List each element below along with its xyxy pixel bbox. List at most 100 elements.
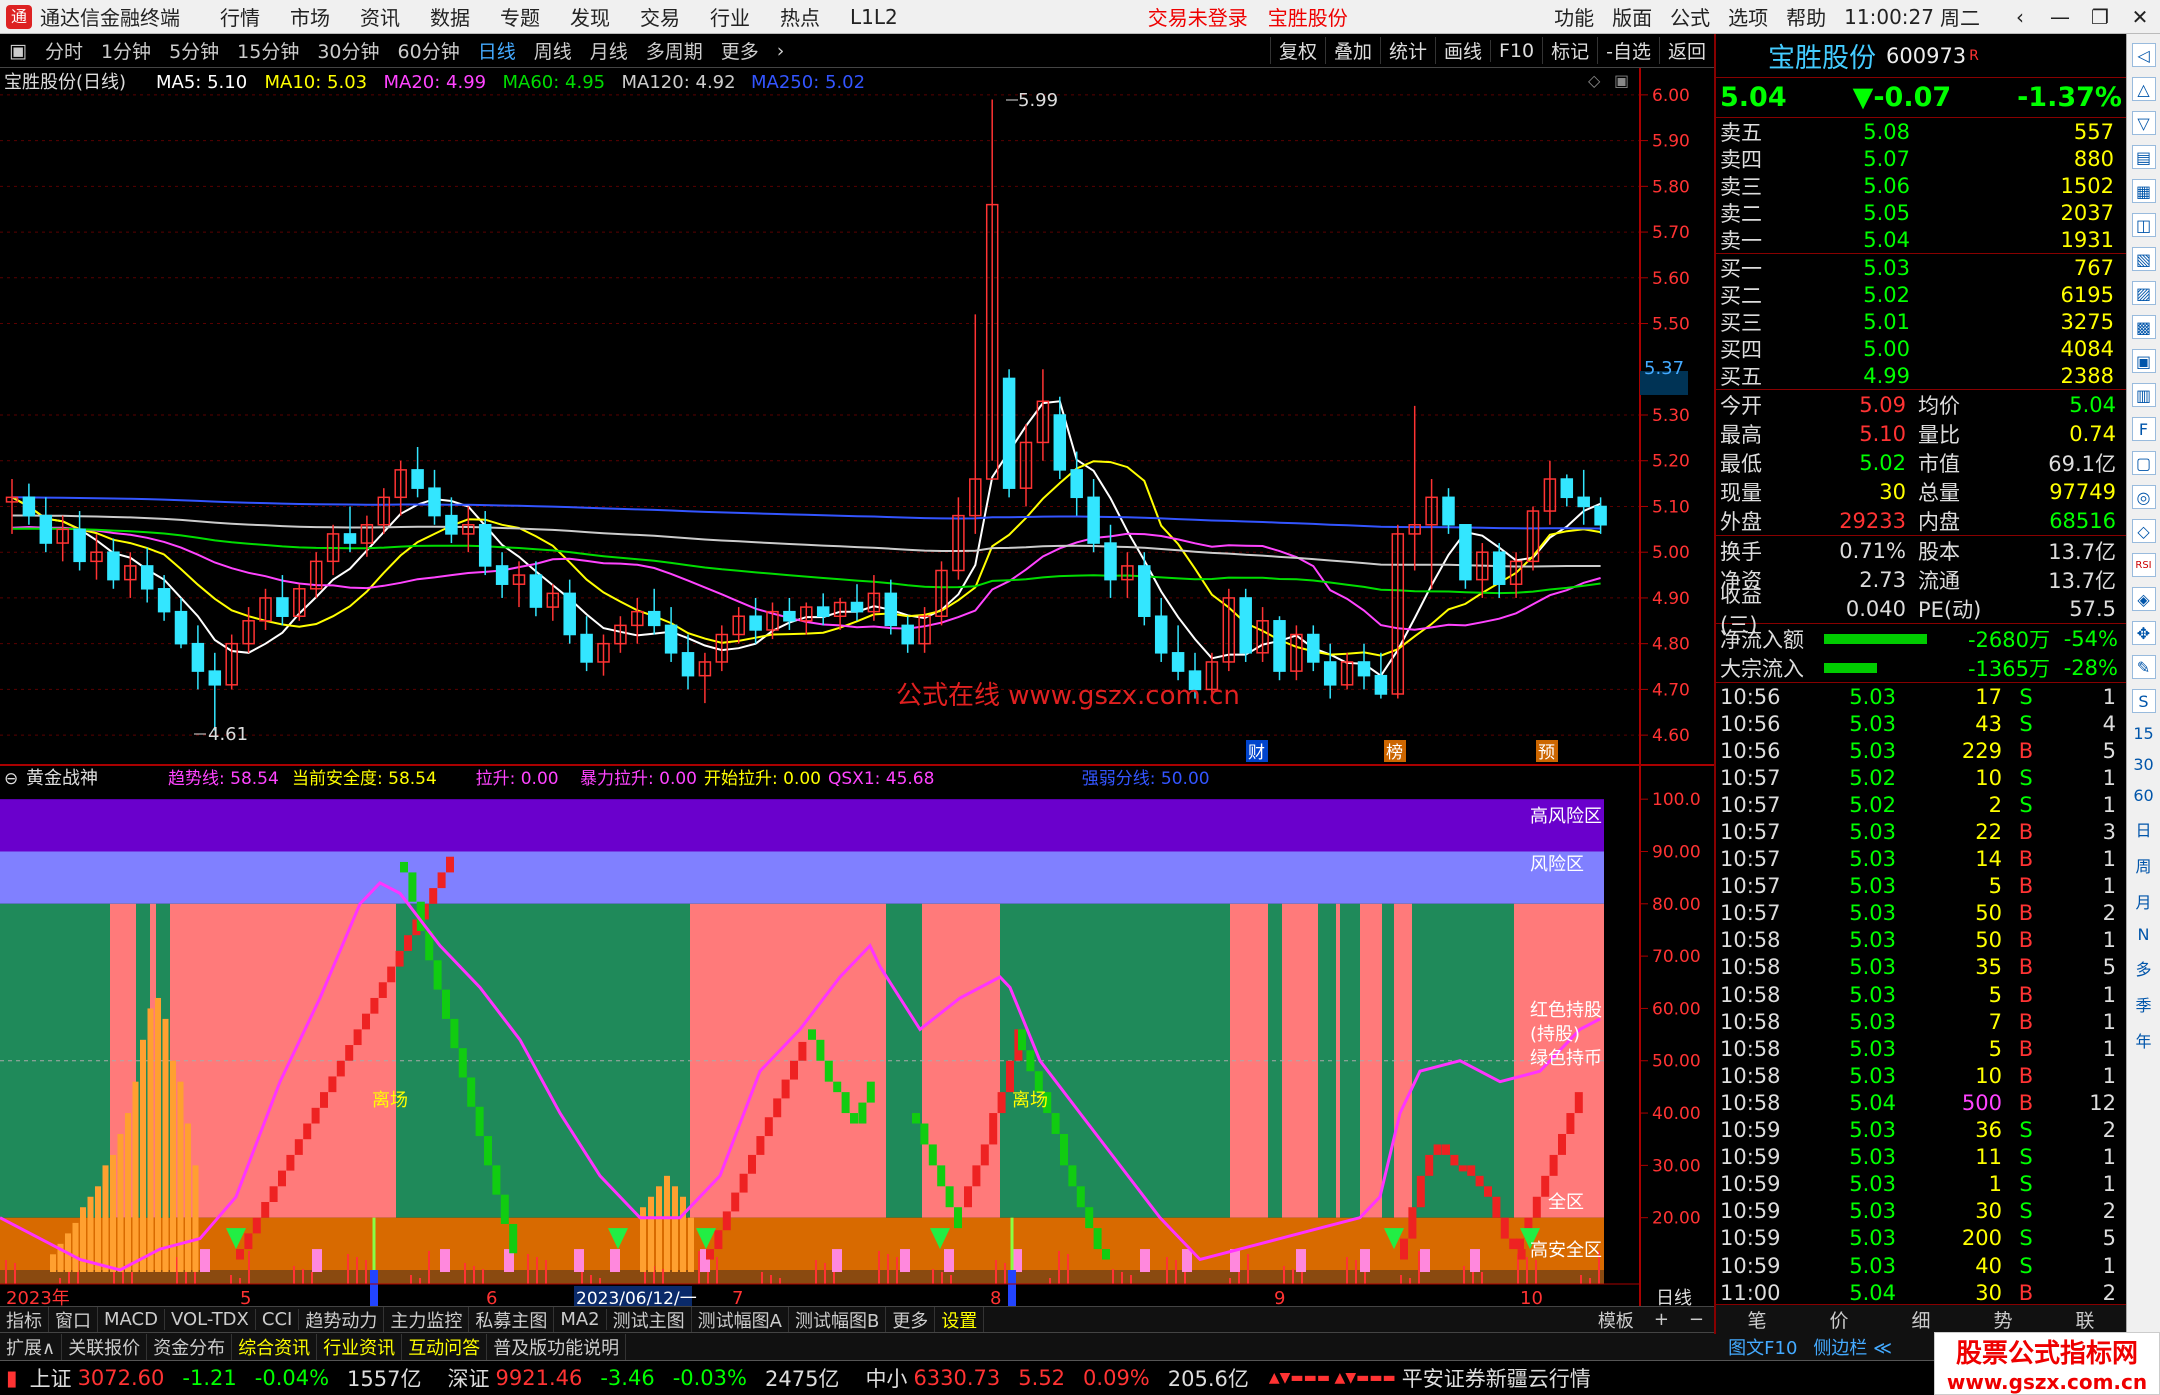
menu-item-function[interactable]: 功能 xyxy=(1554,2,1594,31)
tab-qa[interactable]: 互动问答 xyxy=(402,1333,488,1360)
maximize-panel-icon[interactable]: ▣ xyxy=(1614,71,1629,90)
period-daily[interactable]: 日线 xyxy=(469,37,525,64)
tick-row[interactable]: 10:56 5.03 43 S 4 xyxy=(1716,710,2126,737)
tick-row[interactable]: 10:58 5.03 5 B 1 xyxy=(1716,981,2126,1008)
tick-row[interactable]: 10:57 5.02 10 S 1 xyxy=(1716,764,2126,791)
stock-link[interactable]: 宝胜股份 xyxy=(1268,2,1348,31)
menu-item-layout[interactable]: 版面 xyxy=(1612,2,1652,31)
tab-general-news[interactable]: 综合资讯 xyxy=(232,1333,318,1360)
f10-graphic-button[interactable]: 图文F10 xyxy=(1720,1334,1805,1360)
period-15min[interactable]: 15分钟 xyxy=(228,37,308,64)
marker-list[interactable]: 榜 xyxy=(1386,743,1403,763)
target-icon[interactable]: ◎ xyxy=(2131,485,2156,509)
grid-icon[interactable]: ▦ xyxy=(2131,179,2156,203)
side-period-1[interactable]: 30 xyxy=(2133,755,2153,774)
menu-item-news[interactable]: 资讯 xyxy=(360,2,400,31)
tick-row[interactable]: 10:58 5.03 10 B 1 xyxy=(1716,1062,2126,1089)
panel-icon[interactable]: ▥ xyxy=(2131,383,2156,407)
diamond-icon[interactable]: ◇ xyxy=(1588,71,1601,90)
period-weekly[interactable]: 周线 xyxy=(525,37,581,64)
sell-row[interactable]: 卖一 5.04 1931 xyxy=(1716,226,2126,253)
table-icon[interactable]: ▩ xyxy=(2131,315,2156,339)
diamond-icon[interactable]: ◇ xyxy=(2131,519,2156,543)
tab-main-monitor[interactable]: 主力监控 xyxy=(384,1306,470,1333)
buy-row[interactable]: 买一 5.03 767 xyxy=(1716,254,2126,281)
sell-row[interactable]: 卖二 5.05 2037 xyxy=(1716,199,2126,226)
menu-item-formula[interactable]: 公式 xyxy=(1670,2,1710,31)
side-period-9[interactable]: 年 xyxy=(2135,1028,2151,1052)
side-period-7[interactable]: 多 xyxy=(2135,956,2151,980)
up-icon[interactable]: △ xyxy=(2131,77,2156,101)
buy-row[interactable]: 买三 5.01 3275 xyxy=(1716,308,2126,335)
side-period-4[interactable]: 周 xyxy=(2135,853,2151,877)
tab-related-quotes[interactable]: 关联报价 xyxy=(62,1333,148,1360)
tab-linked[interactable]: 联 xyxy=(2044,1306,2126,1333)
move-icon[interactable]: ✥ xyxy=(2131,621,2156,645)
close-icon[interactable]: ✕ xyxy=(2120,5,2160,29)
trade-login-status[interactable]: 交易未登录 xyxy=(1148,2,1248,31)
tick-row[interactable]: 10:59 5.03 40 S 1 xyxy=(1716,1252,2126,1279)
list-icon[interactable]: ▤ xyxy=(2131,145,2156,169)
f10-icon[interactable]: F xyxy=(2131,417,2156,441)
buy-row[interactable]: 买二 5.02 6195 xyxy=(1716,281,2126,308)
tick-row[interactable]: 10:58 5.03 7 B 1 xyxy=(1716,1008,2126,1035)
tab-basic-guide[interactable]: 普及版功能说明 xyxy=(487,1333,627,1360)
btn-mark[interactable]: 标记 xyxy=(1542,37,1597,64)
tab-trades[interactable]: 笔 xyxy=(1716,1306,1798,1333)
tick-row[interactable]: 10:59 5.03 11 S 1 xyxy=(1716,1144,2126,1171)
tab-more[interactable]: 更多 xyxy=(886,1306,936,1333)
tick-list[interactable]: 10:56 5.03 17 S 1 10:56 5.03 43 S 4 10:56 5.03 229 B 5… xyxy=(1716,683,2126,1306)
index-sz-label[interactable]: 深证 xyxy=(448,1363,490,1393)
btn-remove-watchlist[interactable]: -自选 xyxy=(1597,37,1659,64)
rsi-icon[interactable]: RSI xyxy=(2131,553,2156,577)
menu-item-topics[interactable]: 专题 xyxy=(500,2,540,31)
period-monthly[interactable]: 月线 xyxy=(581,37,637,64)
restore-icon[interactable]: ❐ xyxy=(2080,5,2120,29)
tick-row[interactable]: 10:58 5.04 500 B 12 xyxy=(1716,1089,2126,1116)
tab-detail[interactable]: 细 xyxy=(1880,1306,1962,1333)
side-period-0[interactable]: 15 xyxy=(2133,724,2153,743)
period-1min[interactable]: 1分钟 xyxy=(92,37,160,64)
index-sh-label[interactable]: 上证 xyxy=(30,1363,72,1393)
add-button[interactable]: + xyxy=(1644,1309,1679,1330)
tab-settings[interactable]: 设置 xyxy=(935,1306,985,1333)
btn-stats[interactable]: 统计 xyxy=(1379,37,1435,64)
menu-item-hot[interactable]: 热点 xyxy=(780,2,820,31)
btn-back[interactable]: 返回 xyxy=(1658,37,1714,64)
menu-item-industry[interactable]: 行业 xyxy=(710,2,750,31)
tab-expand[interactable]: 扩展∧ xyxy=(0,1333,63,1360)
pencil-icon[interactable]: ✎ xyxy=(2131,655,2156,679)
tick-row[interactable]: 10:57 5.03 14 B 1 xyxy=(1716,846,2126,873)
tick-row[interactable]: 10:57 5.03 22 B 3 xyxy=(1716,818,2126,845)
sell-row[interactable]: 卖三 5.06 1502 xyxy=(1716,172,2126,199)
s-icon[interactable]: S xyxy=(2131,689,2156,713)
chevron-right-icon[interactable]: › xyxy=(768,40,794,62)
kline-chart[interactable]: 宝胜股份(日线) MA5: 5.10 MA10: 5.03 MA20: 4.99 MA… xyxy=(0,68,1714,1323)
menu-item-quotes[interactable]: 行情 xyxy=(220,2,260,31)
tick-row[interactable]: 10:57 5.03 50 B 2 xyxy=(1716,900,2126,927)
layers-icon[interactable]: ◈ xyxy=(2131,587,2156,611)
collapse-icon[interactable]: ◁ xyxy=(2131,43,2156,67)
menu-item-help[interactable]: 帮助 xyxy=(1786,2,1826,31)
tab-window[interactable]: 窗口 xyxy=(49,1306,98,1333)
index-sme-label[interactable]: 中小 xyxy=(865,1363,907,1393)
tick-row[interactable]: 10:58 5.03 50 B 1 xyxy=(1716,927,2126,954)
buy-row[interactable]: 买四 5.00 4084 xyxy=(1716,335,2126,362)
tab-industry-news[interactable]: 行业资讯 xyxy=(317,1333,403,1360)
menu-item-discover[interactable]: 发现 xyxy=(570,2,610,31)
period-60min[interactable]: 60分钟 xyxy=(389,37,469,64)
menu-item-market[interactable]: 市场 xyxy=(290,2,330,31)
buy-row[interactable]: 买五 4.99 2388 xyxy=(1716,362,2126,389)
marker-finance[interactable]: 财 xyxy=(1248,743,1265,763)
tab-macd[interactable]: MACD xyxy=(98,1309,165,1330)
tab-cci[interactable]: CCI xyxy=(256,1309,300,1330)
back-icon[interactable]: ‹ xyxy=(2000,5,2040,29)
tab-test-main[interactable]: 测试主图 xyxy=(607,1306,692,1333)
period-more[interactable]: 更多 xyxy=(712,37,768,64)
sell-row[interactable]: 卖五 5.08 557 xyxy=(1716,118,2126,145)
down-icon[interactable]: ▽ xyxy=(2131,111,2156,135)
period-30min[interactable]: 30分钟 xyxy=(308,37,388,64)
tick-row[interactable]: 10:57 5.03 5 B 1 xyxy=(1716,873,2126,900)
tick-row[interactable]: 10:59 5.03 200 S 5 xyxy=(1716,1225,2126,1252)
side-period-5[interactable]: 月 xyxy=(2135,889,2151,913)
